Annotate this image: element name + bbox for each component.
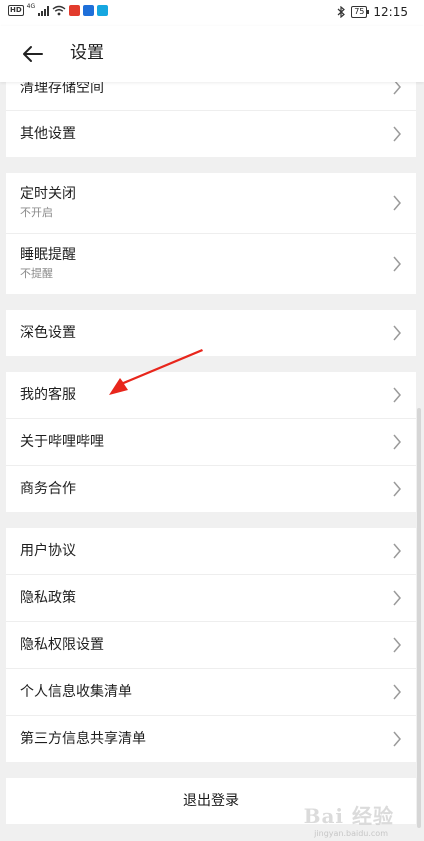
signal-icon [38, 5, 50, 16]
group-divider [0, 157, 424, 173]
setting-privacy-permissions[interactable]: 隐私权限设置 [6, 622, 416, 669]
setting-personal-info-list[interactable]: 个人信息收集清单 [6, 669, 416, 716]
group-divider [0, 356, 424, 372]
setting-label: 隐私权限设置 [20, 637, 104, 653]
baidu-watermark: Bai 经验 [303, 804, 394, 828]
baidu-watermark-url: jingyan.baidu.com [314, 829, 388, 838]
setting-label: 定时关闭 [20, 186, 76, 202]
settings-group-legal: 用户协议 隐私政策 隐私权限设置 个人信息收集清单 第三方信息共享清单 [6, 528, 416, 762]
setting-other[interactable]: 其他设置 [6, 111, 416, 157]
setting-label: 隐私政策 [20, 590, 76, 606]
chevron-right-icon [393, 637, 401, 653]
page-title: 设置 [70, 43, 104, 63]
scrollbar[interactable] [417, 408, 421, 828]
settings-group-about: 我的客服 关于哔哩哔哩 商务合作 [6, 372, 416, 512]
hd-indicator: HD [8, 5, 24, 16]
back-arrow-icon[interactable] [20, 40, 48, 68]
chevron-right-icon [393, 543, 401, 559]
setting-value: 不开启 [20, 206, 53, 219]
setting-label: 清理存储空间 [20, 82, 104, 96]
app-notification-icon [83, 5, 95, 16]
setting-third-party-sharing-list[interactable]: 第三方信息共享清单 [6, 716, 416, 762]
setting-label: 深色设置 [20, 325, 76, 341]
setting-timed-close[interactable]: 定时关闭 不开启 [6, 173, 416, 234]
network-type: 4G [26, 2, 36, 10]
chevron-right-icon [393, 195, 401, 211]
setting-my-customer-service[interactable]: 我的客服 [6, 372, 416, 419]
chevron-right-icon [393, 731, 401, 747]
clock: 12:15 [373, 5, 408, 19]
chevron-right-icon [393, 481, 401, 497]
app-notification-icon [69, 5, 81, 16]
chevron-right-icon [393, 325, 401, 341]
setting-about-bilibili[interactable]: 关于哔哩哔哩 [6, 419, 416, 466]
chevron-right-icon [393, 256, 401, 272]
setting-user-agreement[interactable]: 用户协议 [6, 528, 416, 575]
setting-clear-storage[interactable]: 清理存储空间 [6, 82, 416, 111]
chevron-right-icon [393, 387, 401, 403]
chevron-right-icon [393, 684, 401, 700]
setting-label: 商务合作 [20, 481, 76, 497]
setting-value: 不提醒 [20, 267, 53, 280]
settings-list: 清理存储空间 其他设置 定时关闭 不开启 睡眠提醒 不提醒 深色设置 我的客服 [0, 82, 424, 824]
setting-business-cooperation[interactable]: 商务合作 [6, 466, 416, 512]
status-bar: HD 4G 75 12:15 [0, 0, 424, 26]
battery-icon: 75 [351, 6, 370, 18]
setting-label: 第三方信息共享清单 [20, 731, 146, 747]
setting-label: 关于哔哩哔哩 [20, 434, 104, 450]
group-divider [0, 762, 424, 778]
setting-label: 用户协议 [20, 543, 76, 559]
group-divider [0, 294, 424, 310]
wifi-icon [52, 5, 66, 16]
setting-label: 个人信息收集清单 [20, 684, 132, 700]
group-divider [0, 512, 424, 528]
chevron-right-icon [393, 126, 401, 142]
chevron-right-icon [393, 590, 401, 606]
app-notification-icon [97, 5, 109, 16]
setting-dark-mode[interactable]: 深色设置 [6, 310, 416, 356]
chevron-right-icon [393, 434, 401, 450]
settings-group-timer: 定时关闭 不开启 睡眠提醒 不提醒 [6, 173, 416, 294]
app-header: 设置 [0, 26, 424, 82]
setting-label: 其他设置 [20, 126, 76, 142]
settings-group-theme: 深色设置 [6, 310, 416, 356]
status-left: HD 4G [8, 2, 109, 16]
setting-sleep-reminder[interactable]: 睡眠提醒 不提醒 [6, 234, 416, 294]
settings-group-storage: 清理存储空间 其他设置 [6, 82, 416, 157]
setting-label: 睡眠提醒 [20, 247, 76, 263]
chevron-right-icon [393, 82, 401, 95]
status-right: 75 12:15 [337, 5, 408, 19]
setting-label: 我的客服 [20, 387, 76, 403]
setting-privacy-policy[interactable]: 隐私政策 [6, 575, 416, 622]
bluetooth-icon [337, 6, 346, 18]
